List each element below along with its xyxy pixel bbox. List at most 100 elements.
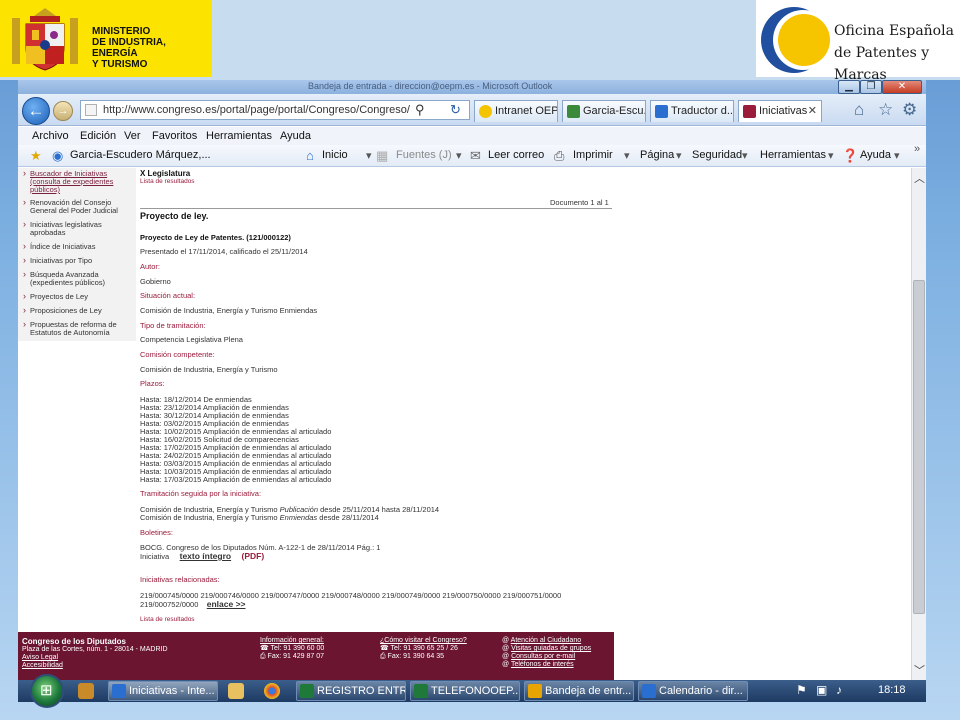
forward-button[interactable]: →	[53, 101, 73, 121]
maximize-button[interactable]: ❐	[860, 80, 882, 94]
favorites-icon[interactable]: ★	[30, 148, 42, 164]
minimize-button[interactable]: ▁	[838, 80, 860, 94]
texto-integro-link[interactable]: texto íntegro	[180, 551, 231, 561]
fuentes-dropdown-icon[interactable]: ▾	[456, 149, 462, 162]
leftnav-line: Iniciativas por Tipo	[30, 256, 93, 265]
menu-edicion[interactable]: Edición	[80, 130, 116, 142]
start-button[interactable]	[30, 674, 64, 708]
leftnav-line: Estatutos de Autonomía	[30, 328, 110, 337]
refresh-icon[interactable]: ↻	[450, 102, 461, 118]
info-general-link[interactable]: Información general:	[260, 637, 324, 645]
leftnav-iniciativas-por-tipo[interactable]: Iniciativas por Tipo	[23, 256, 134, 265]
command-leer-correo[interactable]: Leer correo	[488, 149, 544, 161]
command-bar: ★ ◉ Garcia-Escudero Márquez,... ⌂ Inicio…	[18, 143, 926, 167]
pdf-link[interactable]: (PDF)	[242, 551, 265, 561]
tab-traductor[interactable]: Traductor d...	[650, 100, 734, 122]
menu-ayuda[interactable]: Ayuda	[280, 130, 311, 142]
leftnav-iniciativas-aprobadas[interactable]: Iniciativas legislativas aprobadas	[23, 220, 134, 237]
legislatura-heading: X Legislatura	[140, 169, 191, 178]
leftnav-buscador-iniciativas[interactable]: Buscador de Iniciativas (consulta de exp…	[23, 169, 134, 194]
autor-label: Autor:	[140, 262, 161, 271]
results-list-link[interactable]: Lista de resultados	[140, 178, 195, 186]
tab-intranet[interactable]: Intranet OEP...	[474, 100, 558, 122]
tab-iniciativas[interactable]: Iniciativas ✕	[738, 100, 822, 122]
calendar-icon	[642, 684, 656, 698]
command-seguridad[interactable]: Seguridad	[692, 149, 742, 161]
aviso-legal-link[interactable]: Aviso Legal	[22, 654, 168, 662]
taskbar-iniciativas[interactable]: Iniciativas - Inte...	[108, 681, 218, 701]
ministry-line-1: MINISTERIO	[92, 26, 151, 37]
chrome-icon[interactable]	[264, 683, 280, 699]
command-fuentes[interactable]: Fuentes (J)	[396, 149, 452, 161]
scroll-thumb[interactable]	[913, 280, 925, 614]
vertical-scrollbar[interactable]: ︿ ﹀	[911, 168, 926, 680]
results-list-link-bottom[interactable]: Lista de resultados	[140, 616, 195, 624]
pagina-dropdown-icon[interactable]: ▾	[676, 149, 682, 162]
leftnav-busqueda-avanzada[interactable]: Búsqueda Avanzada (expedientes públicos)	[23, 270, 134, 287]
command-pagina[interactable]: Página	[640, 149, 674, 161]
clock[interactable]: 18:18	[878, 684, 906, 696]
footer-tel: ☎ Tel: 91 390 60 00	[260, 645, 324, 653]
at-icon: @	[502, 653, 512, 660]
taskbar-bandeja[interactable]: Bandeja de entr...	[524, 681, 634, 701]
consultas-email-link[interactable]: Consultas por e-mail	[511, 653, 575, 660]
footer-fax: ⎙ Fax: 91 390 64 35	[380, 653, 467, 661]
leftnav-proyectos-de-ley[interactable]: Proyectos de Ley	[23, 292, 134, 301]
tab-garcia[interactable]: Garcia-Escu...	[562, 100, 646, 122]
leftnav-renovacion-consejo[interactable]: Renovación del Consejo General del Poder…	[23, 198, 134, 215]
home-icon[interactable]: ⌂	[854, 100, 864, 120]
taskbar-calendario[interactable]: Calendario - dir...	[638, 681, 748, 701]
herramientas-dropdown-icon[interactable]: ▾	[828, 149, 834, 162]
congreso-tab-icon	[743, 105, 756, 118]
command-inicio[interactable]: Inicio	[322, 149, 348, 161]
seguridad-dropdown-icon[interactable]: ▾	[742, 149, 748, 162]
menu-archivo[interactable]: Archivo	[32, 130, 69, 142]
footer-link-row: @ Consultas por e-mail	[502, 653, 591, 661]
network-icon[interactable]: ▣	[816, 683, 827, 697]
url-text[interactable]: http://www.congreso.es/portal/page/porta…	[103, 104, 410, 116]
menu-favoritos[interactable]: Favoritos	[152, 130, 197, 142]
telefonos-interes-link[interactable]: Teléfonos de interés	[511, 661, 574, 668]
favorite-link-garcia[interactable]: Garcia-Escudero Márquez,...	[70, 149, 211, 161]
close-tab-icon[interactable]: ✕	[808, 101, 817, 121]
command-imprimir[interactable]: Imprimir	[573, 149, 613, 161]
search-icon[interactable]: ⚲	[415, 102, 425, 118]
page-tab-icon	[567, 105, 580, 118]
menu-herramientas[interactable]: Herramientas	[206, 130, 272, 142]
scroll-up-icon[interactable]: ︿	[912, 170, 926, 186]
inicio-dropdown-icon[interactable]: ▾	[366, 149, 372, 162]
enlace-link[interactable]: enlace >>	[207, 599, 246, 609]
close-window-button[interactable]: ✕	[882, 80, 922, 94]
tramitacion-text: Comisión de Industria, Energía y Turismo	[140, 513, 280, 522]
leftnav-indice-iniciativas[interactable]: Índice de Iniciativas	[23, 242, 134, 251]
tramitacion-stage: Enmiendas	[279, 513, 318, 522]
command-herramientas[interactable]: Herramientas	[760, 149, 826, 161]
taskbar-registro[interactable]: REGISTRO ENTR...	[296, 681, 406, 701]
favorites-star-icon[interactable]: ☆	[878, 100, 893, 120]
ayuda-dropdown-icon[interactable]: ▾	[894, 149, 900, 162]
footer-fax-text: Fax: 91 390 64 35	[387, 653, 444, 660]
como-visitar-link[interactable]: ¿Cómo visitar el Congreso?	[380, 637, 467, 645]
flag-icon[interactable]: ⚑	[796, 683, 807, 697]
folder-icon[interactable]	[228, 683, 244, 699]
volume-icon[interactable]: ♪	[836, 683, 842, 697]
more-commands-icon[interactable]: »	[914, 143, 920, 155]
atencion-ciudadano-link[interactable]: Atención al Ciudadano	[511, 637, 581, 644]
leftnav-propuestas-reforma[interactable]: Propuestas de reforma de Estatutos de Au…	[23, 320, 134, 337]
back-button[interactable]: ←	[22, 97, 50, 125]
address-bar[interactable]: http://www.congreso.es/portal/page/porta…	[80, 100, 470, 120]
media-player-icon[interactable]	[78, 683, 94, 699]
scroll-down-icon[interactable]: ﹀	[912, 662, 926, 678]
taskbar-label: Iniciativas - Inte...	[129, 685, 215, 697]
accesibilidad-link[interactable]: Accesibilidad	[22, 662, 168, 670]
relacionada-item: 219/000752/0000	[140, 600, 199, 609]
tools-gear-icon[interactable]: ⚙	[902, 100, 917, 120]
taskbar-telefonos[interactable]: TELEFONOOEP...	[410, 681, 520, 701]
leftnav-proposiciones-de-ley[interactable]: Proposiciones de Ley	[23, 306, 134, 315]
navigation-bar: ← → http://www.congreso.es/portal/page/p…	[18, 94, 926, 126]
menu-ver[interactable]: Ver	[124, 130, 141, 142]
command-ayuda[interactable]: Ayuda	[860, 149, 891, 161]
visitas-guiadas-link[interactable]: Visitas guiadas de grupos	[511, 645, 591, 652]
imprimir-dropdown-icon[interactable]: ▾	[624, 149, 630, 162]
document-type: Proyecto de ley.	[140, 211, 209, 221]
